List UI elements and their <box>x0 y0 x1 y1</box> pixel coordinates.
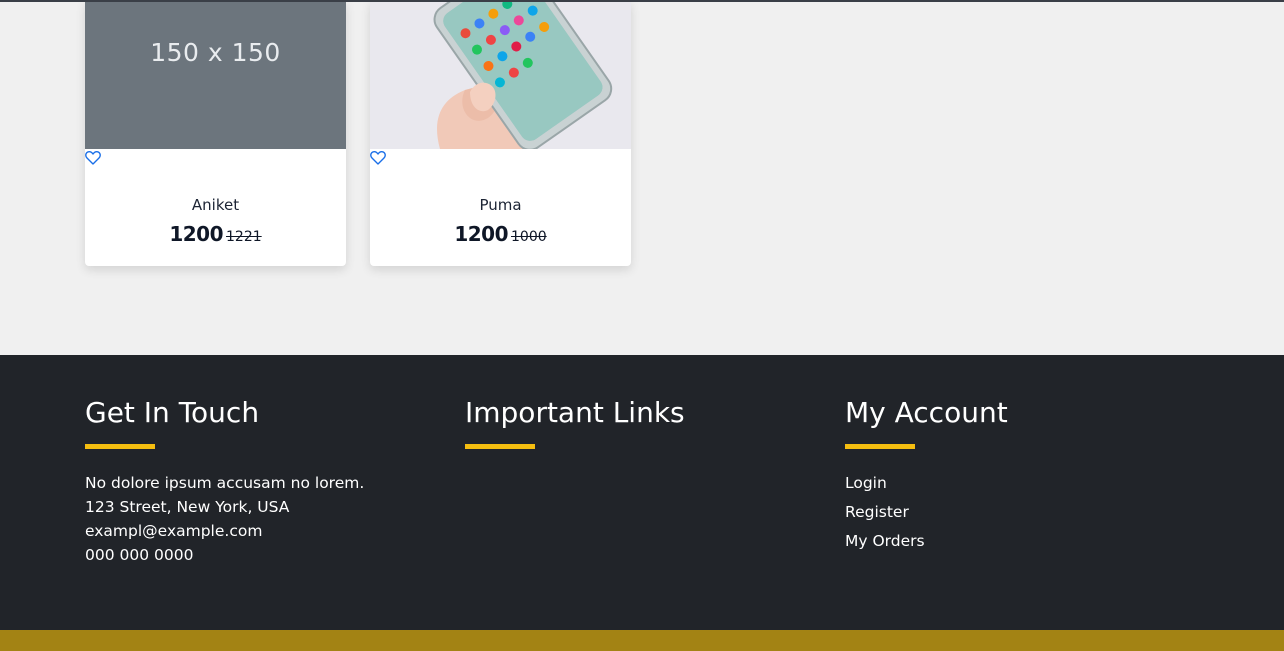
heart-icon[interactable] <box>370 150 386 165</box>
login-link[interactable]: Login <box>845 469 925 498</box>
phone-in-hand-image <box>370 0 631 149</box>
current-price: 1200 <box>454 222 509 246</box>
product-image-placeholder[interactable]: 150 x 150 <box>85 0 346 149</box>
contact-address: 123 Street, New York, USA <box>85 498 290 516</box>
product-grid: 150 x 150 Aniket 1200 1221 Puma 1200 100… <box>0 0 1284 355</box>
title-underline <box>845 444 915 449</box>
title-underline <box>85 444 155 449</box>
contact-info: No dolore ipsum accusam no lorem. 123 St… <box>85 471 364 567</box>
footer: Get In Touch No dolore ipsum accusam no … <box>0 355 1284 630</box>
placeholder-text: 150 x 150 <box>150 37 281 67</box>
product-card[interactable]: Puma 1200 1000 <box>370 0 631 266</box>
top-divider <box>0 0 1284 2</box>
contact-phone: 000 000 0000 <box>85 546 194 564</box>
product-card[interactable]: 150 x 150 Aniket 1200 1221 <box>85 0 346 266</box>
old-price: 1221 <box>226 229 262 245</box>
current-price: 1200 <box>169 222 224 246</box>
heart-icon[interactable] <box>85 150 101 165</box>
register-link[interactable]: Register <box>845 498 925 527</box>
product-price: 1200 1221 <box>85 222 346 246</box>
product-name[interactable]: Aniket <box>85 196 346 214</box>
product-name[interactable]: Puma <box>370 196 631 214</box>
old-price: 1000 <box>511 229 547 245</box>
footer-account-title: My Account <box>845 396 1008 429</box>
contact-description: No dolore ipsum accusam no lorem. <box>85 474 365 492</box>
title-underline <box>465 444 535 449</box>
product-image-phone[interactable] <box>370 0 631 149</box>
account-links: Login Register My Orders <box>845 469 925 556</box>
product-price: 1200 1000 <box>370 222 631 246</box>
bottom-bar <box>0 630 1284 651</box>
footer-contact-title: Get In Touch <box>85 396 260 429</box>
contact-email: exampl@example.com <box>85 522 263 540</box>
my-orders-link[interactable]: My Orders <box>845 527 925 556</box>
footer-links-title: Important Links <box>465 396 685 429</box>
